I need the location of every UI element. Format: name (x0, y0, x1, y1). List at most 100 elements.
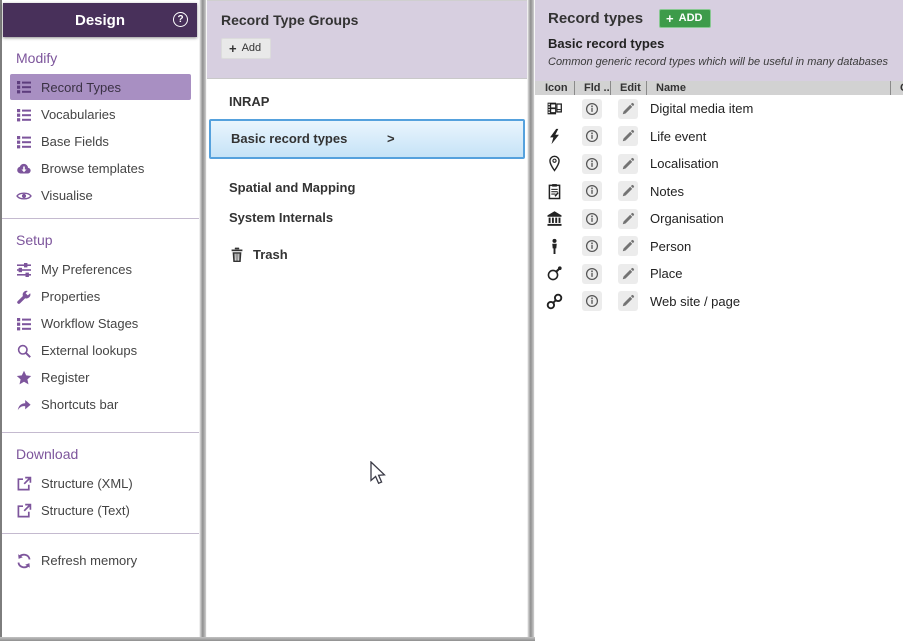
edit-button[interactable] (618, 99, 638, 119)
sidebar-item-properties[interactable]: Properties (2, 283, 199, 310)
group-item-inrap[interactable]: INRAP (207, 87, 527, 117)
table-row: Digital media item (535, 95, 903, 123)
sidebar: Design ? Modify Record Types Vocabularie… (2, 0, 199, 637)
sidebar-header: Design ? (3, 3, 197, 37)
link-icon (535, 293, 574, 310)
pencil-icon (621, 184, 635, 198)
sidebar-item-label: My Preferences (41, 262, 132, 277)
sidebar-item-structure-xml[interactable]: Structure (XML) (2, 470, 199, 497)
section-divider (2, 432, 199, 433)
sidebar-item-label: Structure (XML) (41, 476, 133, 491)
add-record-type-label: ADD (679, 12, 703, 24)
sidebar-item-label: Visualise (41, 188, 93, 203)
add-group-label: Add (242, 42, 262, 54)
group-item-system-internals[interactable]: System Internals (207, 203, 527, 233)
list-icon (16, 134, 32, 150)
edit-button[interactable] (618, 236, 638, 256)
group-item-trash[interactable]: Trash (207, 240, 527, 270)
record-type-name: Person (646, 239, 890, 254)
sidebar-item-refresh-memory[interactable]: Refresh memory (2, 547, 199, 574)
group-item-basic-record-types[interactable]: Basic record types > (209, 119, 525, 159)
sidebar-item-label: Properties (41, 289, 100, 304)
info-icon (585, 212, 599, 226)
list-icon (16, 107, 32, 123)
sidebar-item-register[interactable]: Register (2, 364, 199, 391)
sidebar-item-structure-text[interactable]: Structure (Text) (2, 497, 199, 524)
info-button[interactable] (582, 126, 602, 146)
sidebar-item-label: Shortcuts bar (41, 397, 118, 412)
plus-icon: + (666, 13, 674, 24)
record-type-name: Digital media item (646, 101, 890, 116)
sidebar-item-label: Refresh memory (41, 553, 137, 568)
cloud-download-icon (16, 161, 32, 177)
splitter-right[interactable] (527, 0, 535, 641)
bolt-icon (535, 128, 574, 145)
sidebar-item-label: Vocabularies (41, 107, 115, 122)
types-header: Record types + ADD Basic record types Co… (535, 0, 903, 81)
edit-button[interactable] (618, 291, 638, 311)
groups-header: Record Type Groups + Add (207, 1, 527, 79)
film-icon (535, 100, 574, 117)
pencil-icon (621, 294, 635, 308)
info-button[interactable] (582, 264, 602, 284)
edit-button[interactable] (618, 209, 638, 229)
selected-group-name: Basic record types (548, 36, 903, 51)
sidebar-item-label: Base Fields (41, 134, 109, 149)
info-button[interactable] (582, 181, 602, 201)
bottom-scrollbar-track[interactable] (0, 637, 535, 641)
add-group-button[interactable]: + Add (221, 38, 271, 59)
group-item-spatial-and-mapping[interactable]: Spatial and Mapping (207, 173, 527, 203)
record-type-name: Localisation (646, 156, 890, 171)
info-button[interactable] (582, 291, 602, 311)
pencil-icon (621, 129, 635, 143)
sidebar-item-label: Browse templates (41, 161, 144, 176)
list-icon (16, 316, 32, 332)
chevron-right-icon: > (387, 124, 395, 154)
edit-button[interactable] (618, 154, 638, 174)
sidebar-item-external-lookups[interactable]: External lookups (2, 337, 199, 364)
globe-pin-icon (535, 265, 574, 282)
person-icon (535, 238, 574, 255)
sidebar-item-vocabularies[interactable]: Vocabularies (2, 101, 199, 128)
table-row: Localisation (535, 150, 903, 178)
info-button[interactable] (582, 154, 602, 174)
sidebar-item-workflow-stages[interactable]: Workflow Stages (2, 310, 199, 337)
info-icon (585, 294, 599, 308)
sidebar-item-my-preferences[interactable]: My Preferences (2, 256, 199, 283)
external-link-icon (16, 476, 32, 492)
sidebar-item-visualise[interactable]: Visualise (2, 182, 199, 209)
edit-button[interactable] (618, 126, 638, 146)
add-record-type-button[interactable]: + ADD (659, 9, 711, 28)
groups-panel-title: Record Type Groups (221, 12, 527, 28)
info-button[interactable] (582, 209, 602, 229)
sidebar-item-record-types[interactable]: Record Types (10, 74, 191, 100)
sliders-icon (16, 262, 32, 278)
table-row: Person (535, 233, 903, 261)
info-button[interactable] (582, 99, 602, 119)
info-icon (585, 184, 599, 198)
star-icon (16, 370, 32, 386)
sidebar-item-label: Register (41, 370, 89, 385)
table-row: Notes (535, 178, 903, 206)
trash-icon (229, 247, 245, 263)
sidebar-item-browse-templates[interactable]: Browse templates (2, 155, 199, 182)
table-row: Place (535, 260, 903, 288)
splitter-left[interactable] (199, 0, 207, 641)
group-item-label: System Internals (229, 203, 333, 233)
pencil-icon (621, 212, 635, 226)
building-icon (535, 210, 574, 227)
info-button[interactable] (582, 236, 602, 256)
group-item-label: Spatial and Mapping (229, 173, 355, 203)
help-icon[interactable]: ? (173, 12, 188, 27)
group-item-label: Trash (253, 240, 288, 270)
sidebar-item-base-fields[interactable]: Base Fields (2, 128, 199, 155)
table-row: Organisation (535, 205, 903, 233)
record-type-name: Life event (646, 129, 890, 144)
edit-button[interactable] (618, 264, 638, 284)
sidebar-item-shortcuts-bar[interactable]: Shortcuts bar (2, 391, 199, 418)
sidebar-item-label: Workflow Stages (41, 316, 138, 331)
external-link-icon (16, 503, 32, 519)
record-type-name: Place (646, 266, 890, 281)
edit-button[interactable] (618, 181, 638, 201)
pencil-icon (621, 157, 635, 171)
